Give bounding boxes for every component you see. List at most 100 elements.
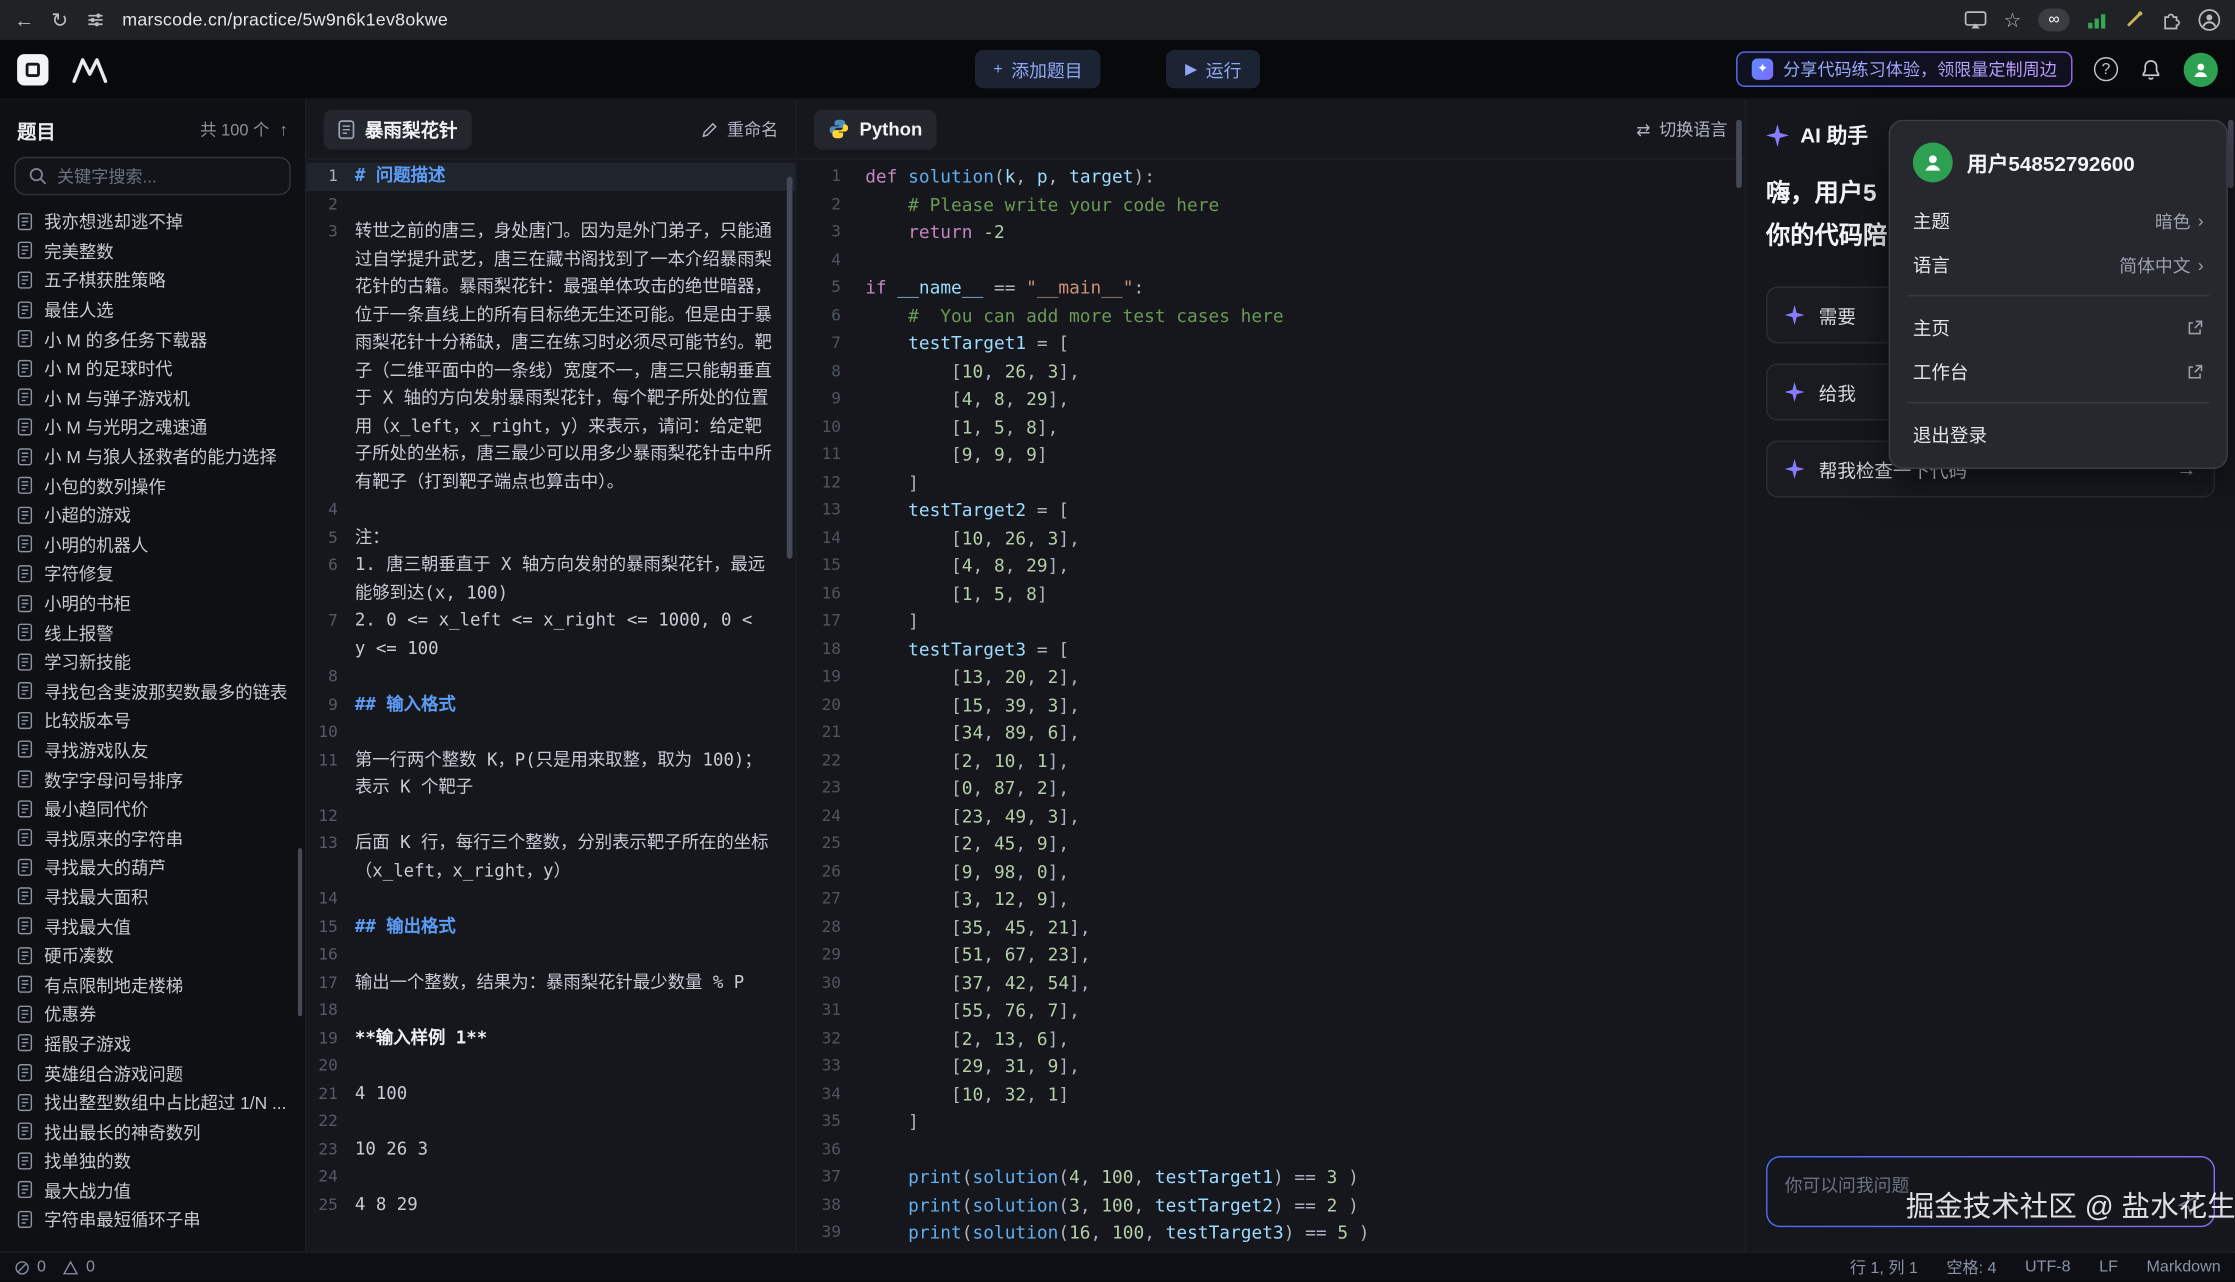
sidebar-item[interactable]: 学习新技能 <box>0 647 305 676</box>
sidebar-item[interactable]: 小 M 与狼人拯救者的能力选择 <box>0 442 305 471</box>
code-line[interactable]: 8 [10, 26, 3], <box>797 357 1745 385</box>
code-line[interactable]: 29 [51, 67, 23], <box>797 941 1745 969</box>
code-line[interactable]: 38 print(solution(3, 100, testTarget2) =… <box>797 1191 1745 1219</box>
code-line[interactable]: 25 [2, 45, 9], <box>797 830 1745 858</box>
sidebar-item[interactable]: 找出最长的神奇数列 <box>0 1117 305 1146</box>
code-line[interactable]: 30 [37, 42, 54], <box>797 969 1745 997</box>
markdown-line[interactable]: 5注： <box>306 524 795 552</box>
markdown-line[interactable]: 1# 问题描述 <box>306 162 795 190</box>
sidebar-item[interactable]: 寻找包含斐波那契数最多的链表 <box>0 676 305 705</box>
sidebar-item[interactable]: 字符修复 <box>0 559 305 588</box>
markdown-line[interactable]: 24 <box>306 1163 795 1191</box>
code-line[interactable]: 17 ] <box>797 607 1745 635</box>
markdown-line[interactable]: 16 <box>306 941 795 969</box>
code-line[interactable]: 4 <box>797 246 1745 274</box>
markdown-line[interactable]: 4 <box>306 496 795 524</box>
rename-button[interactable]: 重命名 <box>701 117 778 141</box>
sidebar-item[interactable]: 寻找最大值 <box>0 911 305 940</box>
menu-item-logout[interactable]: 退出登录 <box>1901 412 2215 456</box>
code-line[interactable]: 31 [55, 76, 7], <box>797 996 1745 1024</box>
sidebar-scrollbar[interactable] <box>298 848 302 1016</box>
refresh-icon[interactable]: ↻ <box>51 10 68 30</box>
markdown-line[interactable]: 2310 26 3 <box>306 1135 795 1163</box>
markdown-line[interactable]: 61. 唐三朝垂直于 X 轴方向发射的暴雨梨花针，最远能够到达(x, 100) <box>306 552 795 608</box>
code-line[interactable]: 16 [1, 5, 8] <box>797 579 1745 607</box>
code-line[interactable]: 35 ] <box>797 1108 1745 1136</box>
code-line[interactable]: 18 testTarget3 = [ <box>797 635 1745 663</box>
markdown-line[interactable]: 9## 输入格式 <box>306 691 795 719</box>
editor-scrollbar[interactable] <box>1736 120 1742 188</box>
sidebar-item[interactable]: 小 M 的多任务下载器 <box>0 324 305 353</box>
code-line[interactable]: 27 [3, 12, 9], <box>797 885 1745 913</box>
markdown-line[interactable]: 10 <box>306 718 795 746</box>
sidebar-item[interactable]: 有点限制地走楼梯 <box>0 970 305 999</box>
code-line[interactable]: 20 [15, 39, 3], <box>797 691 1745 719</box>
code-line[interactable]: 37 print(solution(4, 100, testTarget1) =… <box>797 1163 1745 1191</box>
indent-setting[interactable]: 空格: 4 <box>1946 1256 1996 1279</box>
sidebar-item[interactable]: 最佳人选 <box>0 295 305 324</box>
markdown-line[interactable]: 14 <box>306 885 795 913</box>
code-line[interactable]: 2 # Please write your code here <box>797 190 1745 218</box>
markdown-line[interactable]: 2 <box>306 190 795 218</box>
code-line[interactable]: 1def solution(k, p, target): <box>797 162 1745 190</box>
sidebar-item[interactable]: 寻找最大的葫芦 <box>0 852 305 881</box>
markdown-line[interactable]: 214 100 <box>306 1080 795 1108</box>
help-icon[interactable]: ? <box>2094 57 2118 81</box>
sidebar-item[interactable]: 数字字母问号排序 <box>0 764 305 793</box>
problem-tab[interactable]: 暴雨梨花针 <box>324 109 472 149</box>
url-bar[interactable]: marscode.cn/practice/5w9n6k1ev8okwe <box>122 10 448 30</box>
code-line[interactable]: 9 [4, 8, 29], <box>797 385 1745 413</box>
sidebar-item[interactable]: 寻找最大面积 <box>0 882 305 911</box>
markdown-line[interactable]: 22 <box>306 1108 795 1136</box>
code-line[interactable]: 19 [13, 20, 2], <box>797 663 1745 691</box>
code-line[interactable]: 28 [35, 45, 21], <box>797 913 1745 941</box>
sidebar-item[interactable]: 最大战力值 <box>0 1175 305 1204</box>
stats-extension-icon[interactable] <box>2087 11 2107 30</box>
app-icon[interactable] <box>17 53 48 84</box>
sidebar-item[interactable]: 优惠券 <box>0 999 305 1028</box>
code-line[interactable]: 10 [1, 5, 8], <box>797 413 1745 441</box>
code-line[interactable]: 11 [9, 9, 9] <box>797 440 1745 468</box>
problems-indicator[interactable]: 0 0 <box>14 1259 105 1276</box>
problem-scrollbar[interactable] <box>787 177 793 559</box>
code-line[interactable]: 21 [34, 89, 6], <box>797 718 1745 746</box>
menu-item-workspace[interactable]: 工作台 <box>1901 349 2215 393</box>
code-line[interactable]: 36 <box>797 1135 1745 1163</box>
markdown-line[interactable]: 12 <box>306 802 795 830</box>
code-line[interactable]: 6 # You can add more test cases here <box>797 301 1745 329</box>
infinity-badge-icon[interactable]: ∞ <box>2039 9 2070 32</box>
marscode-logo[interactable] <box>68 55 111 84</box>
code-line[interactable]: 22 [2, 10, 1], <box>797 746 1745 774</box>
code-line[interactable]: 13 testTarget2 = [ <box>797 496 1745 524</box>
code-line[interactable]: 7 testTarget1 = [ <box>797 329 1745 357</box>
code-line[interactable]: 5if __name__ == "__main__": <box>797 274 1745 302</box>
sidebar-item[interactable]: 最小趋同代价 <box>0 794 305 823</box>
code-line[interactable]: 32 [2, 13, 6], <box>797 1024 1745 1052</box>
markdown-line[interactable]: 18 <box>306 996 795 1024</box>
notifications-bell-icon[interactable] <box>2139 58 2162 81</box>
menu-item-home[interactable]: 主页 <box>1901 305 2215 349</box>
add-problem-button[interactable]: + 添加题目 <box>975 50 1101 88</box>
sidebar-item[interactable]: 小 M 与光明之魂速通 <box>0 412 305 441</box>
language-tab[interactable]: Python <box>814 109 937 149</box>
code-line[interactable]: 34 [10, 32, 1] <box>797 1080 1745 1108</box>
sidebar-item[interactable]: 寻找游戏队友 <box>0 735 305 764</box>
code-line[interactable]: 14 [10, 26, 3], <box>797 524 1745 552</box>
run-button[interactable]: ▶ 运行 <box>1167 50 1260 88</box>
code-line[interactable]: 33 [29, 31, 9], <box>797 1052 1745 1080</box>
markdown-line[interactable]: 11第一行两个整数 K，P(只是用来取整，取为 100)；表示 K 个靶子 <box>306 746 795 802</box>
user-avatar[interactable] <box>2184 52 2218 86</box>
sidebar-item[interactable]: 寻找原来的字符串 <box>0 823 305 852</box>
sidebar-item[interactable]: 摇骰子游戏 <box>0 1029 305 1058</box>
code-line[interactable]: 3 return -2 <box>797 218 1745 246</box>
sidebar-item[interactable]: 完美整数 <box>0 236 305 265</box>
sidebar-item[interactable]: 小包的数列操作 <box>0 471 305 500</box>
browser-profile-icon[interactable] <box>2198 9 2221 32</box>
menu-item-language[interactable]: 语言 简体中文› <box>1901 242 2215 286</box>
markdown-line[interactable]: 15## 输出格式 <box>306 913 795 941</box>
sidebar-item[interactable]: 小明的机器人 <box>0 530 305 559</box>
sidebar-item[interactable]: 比较版本号 <box>0 706 305 735</box>
sidebar-item[interactable]: 小 M 与弹子游戏机 <box>0 383 305 412</box>
code-line[interactable]: 39 print(solution(16, 100, testTarget3) … <box>797 1219 1745 1247</box>
back-icon[interactable]: ← <box>14 10 34 30</box>
